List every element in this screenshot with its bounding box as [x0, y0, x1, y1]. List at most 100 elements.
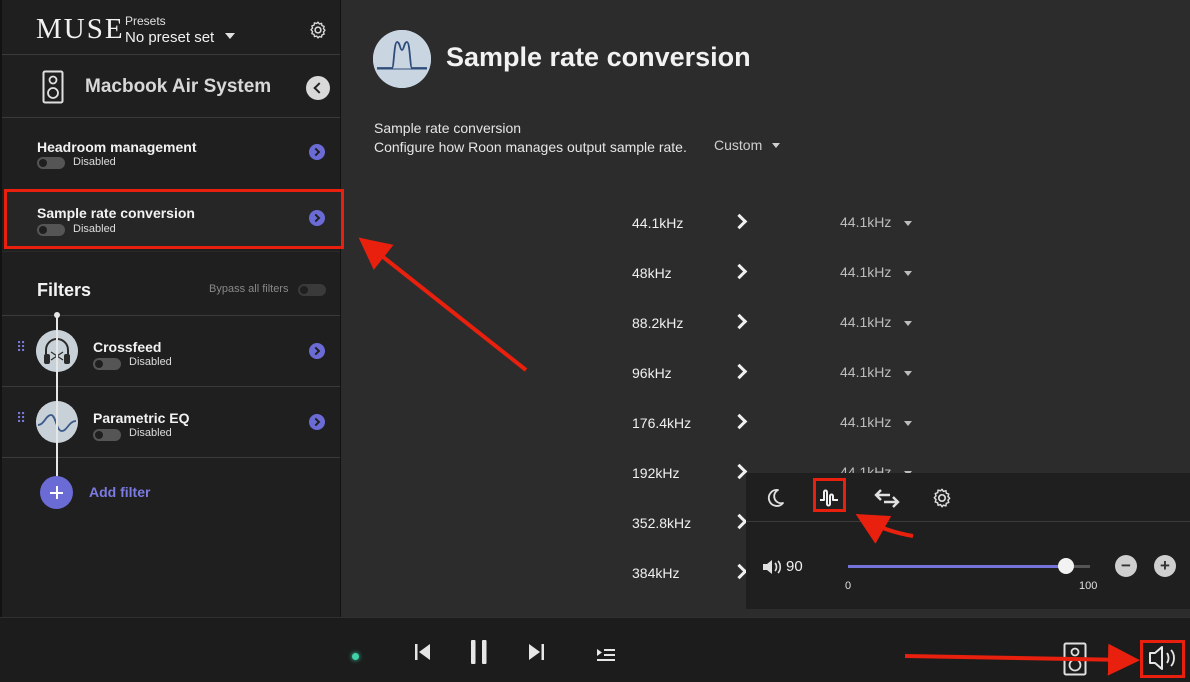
sidebar: MUSE Presets No preset set Macbook Air S… [0, 0, 344, 617]
input-rate: 96kHz [632, 365, 672, 381]
chevron-down-icon[interactable] [904, 321, 912, 326]
headroom-toggle[interactable] [37, 157, 65, 169]
chevron-right-icon[interactable] [309, 414, 325, 430]
setting-sample-rate-conversion[interactable]: Sample rate conversion Disabled [4, 189, 344, 249]
app-logo: MUSE [36, 13, 125, 45]
chevron-right-icon[interactable] [309, 210, 325, 226]
speaker-icon [42, 70, 64, 104]
output-rate-dropdown[interactable]: 44.1kHz [840, 214, 891, 230]
previous-track-icon[interactable] [414, 642, 432, 662]
queue-icon[interactable] [596, 647, 616, 663]
output-rate-dropdown[interactable]: 44.1kHz [840, 364, 891, 380]
parametric-eq-toggle[interactable] [93, 429, 121, 441]
drag-handle-icon[interactable]: ⠿ [16, 340, 26, 354]
output-rate-dropdown[interactable]: 44.1kHz [840, 314, 891, 330]
chevron-right-icon [731, 213, 748, 230]
minus-icon: − [1121, 556, 1131, 575]
chevron-down-icon[interactable] [904, 221, 912, 226]
chevron-right-icon [731, 513, 748, 530]
volume-slider-fill [848, 565, 1066, 568]
filter-title: Parametric EQ [93, 410, 190, 426]
volume-slider[interactable] [848, 558, 1090, 574]
volume-down-button[interactable]: − [1115, 555, 1137, 577]
input-rate: 44.1kHz [632, 215, 684, 231]
rate-row: 88.2kHz 44.1kHz [600, 309, 960, 339]
input-rate: 88.2kHz [632, 315, 684, 331]
divider [2, 54, 340, 55]
back-button[interactable] [306, 76, 330, 100]
mode-dropdown[interactable]: Custom [714, 137, 762, 153]
volume-value: 90 [786, 558, 803, 575]
input-rate: 384kHz [632, 565, 680, 581]
setting-description-title: Sample rate conversion [374, 120, 522, 136]
input-rate: 352.8kHz [632, 515, 692, 531]
divider [2, 251, 340, 252]
preset-dropdown[interactable]: No preset set [125, 29, 214, 46]
chevron-right-icon [731, 363, 748, 380]
gear-icon[interactable] [308, 20, 328, 40]
add-filter-label[interactable]: Add filter [89, 484, 150, 500]
bypass-all-filters-toggle[interactable] [298, 284, 326, 296]
next-track-icon[interactable] [527, 642, 545, 662]
chevron-right-icon [731, 413, 748, 430]
zone-speaker-icon[interactable] [1063, 642, 1087, 676]
filter-crossfeed[interactable]: ⠿ Crossfeed Disabled [4, 316, 341, 386]
rate-row: 48kHz 44.1kHz [600, 259, 960, 289]
filter-status: Disabled [129, 356, 172, 368]
device-name: Macbook Air System Output [85, 76, 275, 97]
dsp-waveform-icon[interactable] [818, 487, 840, 509]
output-rate-dropdown[interactable]: 44.1kHz [840, 264, 891, 280]
pause-icon[interactable] [469, 638, 489, 666]
presets-label: Presets [125, 14, 166, 28]
input-rate: 176.4kHz [632, 415, 692, 431]
volume-up-button[interactable]: + [1154, 555, 1176, 577]
setting-title: Sample rate conversion [37, 205, 195, 221]
divider [2, 117, 340, 118]
bypass-all-filters-label: Bypass all filters [209, 283, 289, 295]
input-rate: 192kHz [632, 465, 680, 481]
chevron-right-icon [731, 563, 748, 580]
chevron-down-icon[interactable] [225, 33, 235, 39]
crossfeed-toggle[interactable] [93, 358, 121, 370]
filter-title: Crossfeed [93, 339, 162, 355]
moon-icon[interactable] [764, 487, 786, 509]
setting-status: Disabled [73, 223, 116, 235]
chevron-down-icon[interactable] [904, 421, 912, 426]
chevron-right-icon [731, 313, 748, 330]
divider [2, 457, 340, 458]
arrow-to-sample-rate-row [358, 237, 528, 372]
divider [746, 521, 1190, 522]
chain-connector-line [56, 316, 58, 486]
rate-row: 96kHz 44.1kHz [600, 359, 960, 389]
setting-headroom-management[interactable]: Headroom management Disabled [4, 128, 341, 186]
rate-row: 44.1kHz 44.1kHz [600, 209, 960, 239]
page-title: Sample rate conversion [446, 42, 751, 72]
chevron-right-icon[interactable] [309, 343, 325, 359]
volume-button-highlight [1140, 640, 1185, 678]
drag-handle-icon[interactable]: ⠿ [16, 411, 26, 425]
output-rate-dropdown[interactable]: 44.1kHz [840, 414, 891, 430]
volume-icon [763, 560, 782, 574]
chevron-down-icon[interactable] [772, 143, 780, 148]
sample-rate-icon [373, 30, 431, 88]
add-filter-button[interactable] [40, 476, 73, 509]
chevron-down-icon[interactable] [904, 371, 912, 376]
sample-rate-toggle[interactable] [37, 224, 65, 236]
status-indicator [352, 653, 359, 660]
plus-icon: + [1160, 556, 1170, 575]
chevron-right-icon [731, 463, 748, 480]
chevron-right-icon [731, 263, 748, 280]
volume-max-label: 100 [1079, 580, 1098, 592]
filter-parametric-eq[interactable]: ⠿ Parametric EQ Disabled [4, 387, 341, 457]
gear-icon[interactable] [931, 487, 953, 509]
rate-row: 176.4kHz 44.1kHz [600, 409, 960, 439]
setting-description: Configure how Roon manages output sample… [374, 139, 687, 155]
chevron-right-icon[interactable] [309, 144, 325, 160]
volume-min-label: 0 [845, 580, 852, 592]
chevron-down-icon[interactable] [904, 271, 912, 276]
input-rate: 48kHz [632, 265, 672, 281]
setting-status: Disabled [73, 156, 116, 168]
swap-arrows-icon[interactable] [874, 487, 900, 509]
volume-slider-thumb[interactable] [1057, 558, 1074, 574]
setting-title: Headroom management [37, 139, 197, 155]
